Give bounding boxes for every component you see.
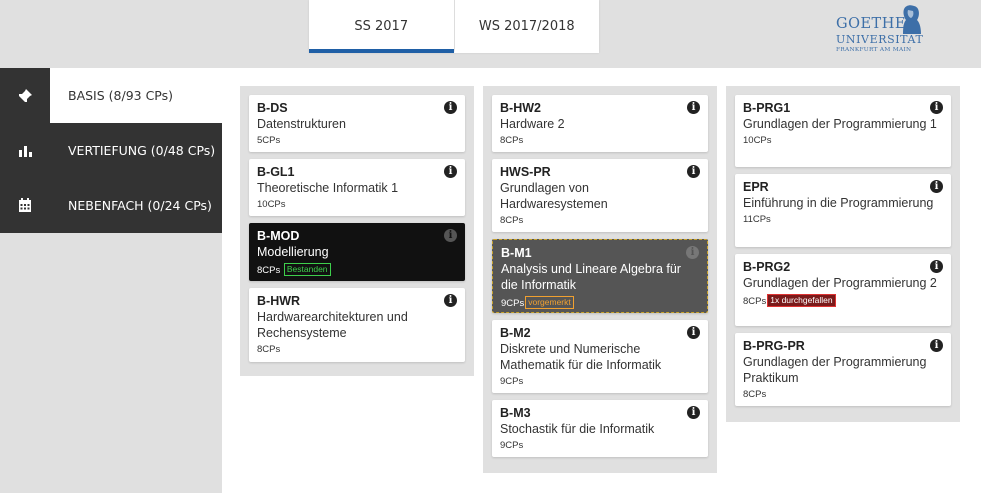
module-column: B-DS Datenstrukturen 5CPs i B-GL1 Theore…: [240, 86, 474, 376]
credits-value: 9CPs: [501, 298, 525, 309]
info-icon[interactable]: i: [930, 260, 943, 273]
logo-line-3: FRANKFURT AM MAIN: [836, 47, 912, 53]
module-credits: 8CPs Bestanden: [257, 263, 457, 277]
info-icon[interactable]: i: [687, 326, 700, 339]
tab-ws-2017-2018[interactable]: WS 2017/2018: [453, 0, 600, 53]
status-badge-planned: vorgemerkt: [525, 296, 574, 309]
info-icon[interactable]: i: [687, 101, 700, 114]
status-badge-passed: Bestanden: [283, 263, 331, 276]
sidebar-item-basis[interactable]: BASIS (8/93 CPs): [0, 68, 222, 123]
module-title: Datenstrukturen: [257, 117, 346, 131]
module-credits: 11CPs: [743, 214, 771, 225]
module-code: B-DS: [257, 101, 288, 115]
module-code: B-MOD: [257, 229, 300, 243]
sidebar-item-nebenfach[interactable]: NEBENFACH (0/24 CPs): [0, 178, 222, 233]
module-card-b-hwr[interactable]: B-HWR Hardwarearchitekturen und Rechensy…: [249, 288, 465, 362]
info-icon[interactable]: i: [930, 339, 943, 352]
module-title: Grundlagen der Programmierung 2: [743, 276, 937, 290]
sidebar-item-label: VERTIEFUNG (0/48 CPs): [68, 143, 216, 158]
module-code: B-PRG2: [743, 260, 791, 274]
module-code: B-M1: [501, 246, 532, 260]
tab-ss-2017[interactable]: SS 2017: [309, 0, 454, 53]
module-credits: 10CPs: [743, 135, 772, 146]
module-title: Grundlagen der Programmierung Praktikum: [743, 355, 927, 385]
calendar-icon: [0, 178, 50, 233]
info-icon[interactable]: i: [687, 165, 700, 178]
module-title: Grundlagen von Hardwaresystemen: [500, 181, 608, 211]
semester-tabs: SS 2017 WS 2017/2018: [309, 0, 599, 53]
module-card-b-mod[interactable]: B-MOD Modellierung 8CPs Bestanden i: [249, 223, 465, 281]
sidebar-item-label: BASIS (8/93 CPs): [68, 88, 174, 103]
module-column: B-HW2 Hardware 2 8CPs i HWS-PR Grundlage…: [483, 86, 717, 473]
module-card-b-prg2[interactable]: B-PRG2 Grundlagen der Programmierung 2 8…: [735, 254, 951, 326]
credits-value: 8CPs: [257, 265, 281, 276]
module-card-b-prg1[interactable]: B-PRG1 Grundlagen der Programmierung 1 1…: [735, 95, 951, 167]
module-code: HWS-PR: [500, 165, 551, 179]
module-credits: 8CPs: [743, 389, 767, 400]
info-icon[interactable]: i: [687, 406, 700, 419]
goethe-portrait-icon: [903, 5, 921, 34]
module-credits: 9CPs vorgemerkt: [501, 296, 699, 310]
module-code: B-HWR: [257, 294, 301, 308]
module-card-b-gl1[interactable]: B-GL1 Theoretische Informatik 1 10CPs i: [249, 159, 465, 216]
university-logo: GOETHE UNIVERSITÄT FRANKFURT AM MAIN: [836, 4, 930, 58]
category-sidebar: BASIS (8/93 CPs) VERTIEFUNG (0/48 CPs) N…: [0, 68, 222, 233]
module-code: B-GL1: [257, 165, 295, 179]
module-code: B-HW2: [500, 101, 541, 115]
module-card-b-ds[interactable]: B-DS Datenstrukturen 5CPs i: [249, 95, 465, 152]
module-title: Diskrete und Numerische Mathematik für d…: [500, 342, 662, 372]
bar-chart-icon: [0, 123, 50, 178]
module-card-b-m3[interactable]: B-M3 Stochastik für die Informatik 9CPs …: [492, 400, 708, 457]
module-card-hws-pr[interactable]: HWS-PR Grundlagen von Hardwaresystemen 8…: [492, 159, 708, 232]
module-credits: 8CPs: [500, 215, 524, 226]
module-code: B-PRG-PR: [743, 339, 805, 353]
module-column: B-PRG1 Grundlagen der Programmierung 1 1…: [726, 86, 960, 422]
logo-line-2: UNIVERSITÄT: [836, 33, 924, 46]
module-title: Einführung in die Programmierung: [743, 196, 934, 210]
pin-icon: [0, 68, 50, 123]
info-icon[interactable]: i: [444, 294, 457, 307]
module-code: EPR: [743, 180, 769, 194]
info-icon[interactable]: i: [930, 180, 943, 193]
module-title: Analysis und Lineare Algebra für die Inf…: [501, 262, 681, 292]
credits-value: 8CPs: [743, 296, 767, 307]
module-card-b-hw2[interactable]: B-HW2 Hardware 2 8CPs i: [492, 95, 708, 152]
info-icon[interactable]: i: [444, 229, 457, 242]
module-credits: 9CPs: [500, 376, 524, 387]
info-icon[interactable]: i: [686, 246, 699, 259]
module-card-epr[interactable]: EPR Einführung in die Programmierung 11C…: [735, 174, 951, 247]
module-credits: 10CPs: [257, 199, 286, 210]
module-title: Hardware 2: [500, 117, 565, 131]
module-card-b-prg-pr[interactable]: B-PRG-PR Grundlagen der Programmierung P…: [735, 333, 951, 406]
module-credits: 9CPs: [500, 440, 524, 451]
module-credits: 8CPs 1x durchgefallen: [743, 294, 943, 308]
info-icon[interactable]: i: [444, 101, 457, 114]
module-code: B-M2: [500, 326, 531, 340]
logo-line-1: GOETHE: [836, 16, 906, 32]
module-title: Stochastik für die Informatik: [500, 422, 655, 436]
module-title: Modellierung: [257, 245, 329, 259]
sidebar-item-label: NEBENFACH (0/24 CPs): [68, 198, 212, 213]
module-title: Grundlagen der Programmierung 1: [743, 117, 937, 131]
module-credits: 8CPs: [500, 135, 524, 146]
module-card-b-m1[interactable]: B-M1 Analysis und Lineare Algebra für di…: [492, 239, 708, 313]
module-card-b-m2[interactable]: B-M2 Diskrete und Numerische Mathematik …: [492, 320, 708, 393]
status-badge-failed: 1x durchgefallen: [767, 294, 836, 307]
module-board: B-DS Datenstrukturen 5CPs i B-GL1 Theore…: [222, 68, 981, 493]
module-code: B-M3: [500, 406, 531, 420]
module-title: Hardwarearchitekturen und Rechensysteme: [257, 310, 408, 340]
info-icon[interactable]: i: [930, 101, 943, 114]
module-credits: 8CPs: [257, 344, 281, 355]
sidebar-item-vertiefung[interactable]: VERTIEFUNG (0/48 CPs): [0, 123, 222, 178]
info-icon[interactable]: i: [444, 165, 457, 178]
module-code: B-PRG1: [743, 101, 791, 115]
module-credits: 5CPs: [257, 135, 281, 146]
module-title: Theoretische Informatik 1: [257, 181, 399, 195]
